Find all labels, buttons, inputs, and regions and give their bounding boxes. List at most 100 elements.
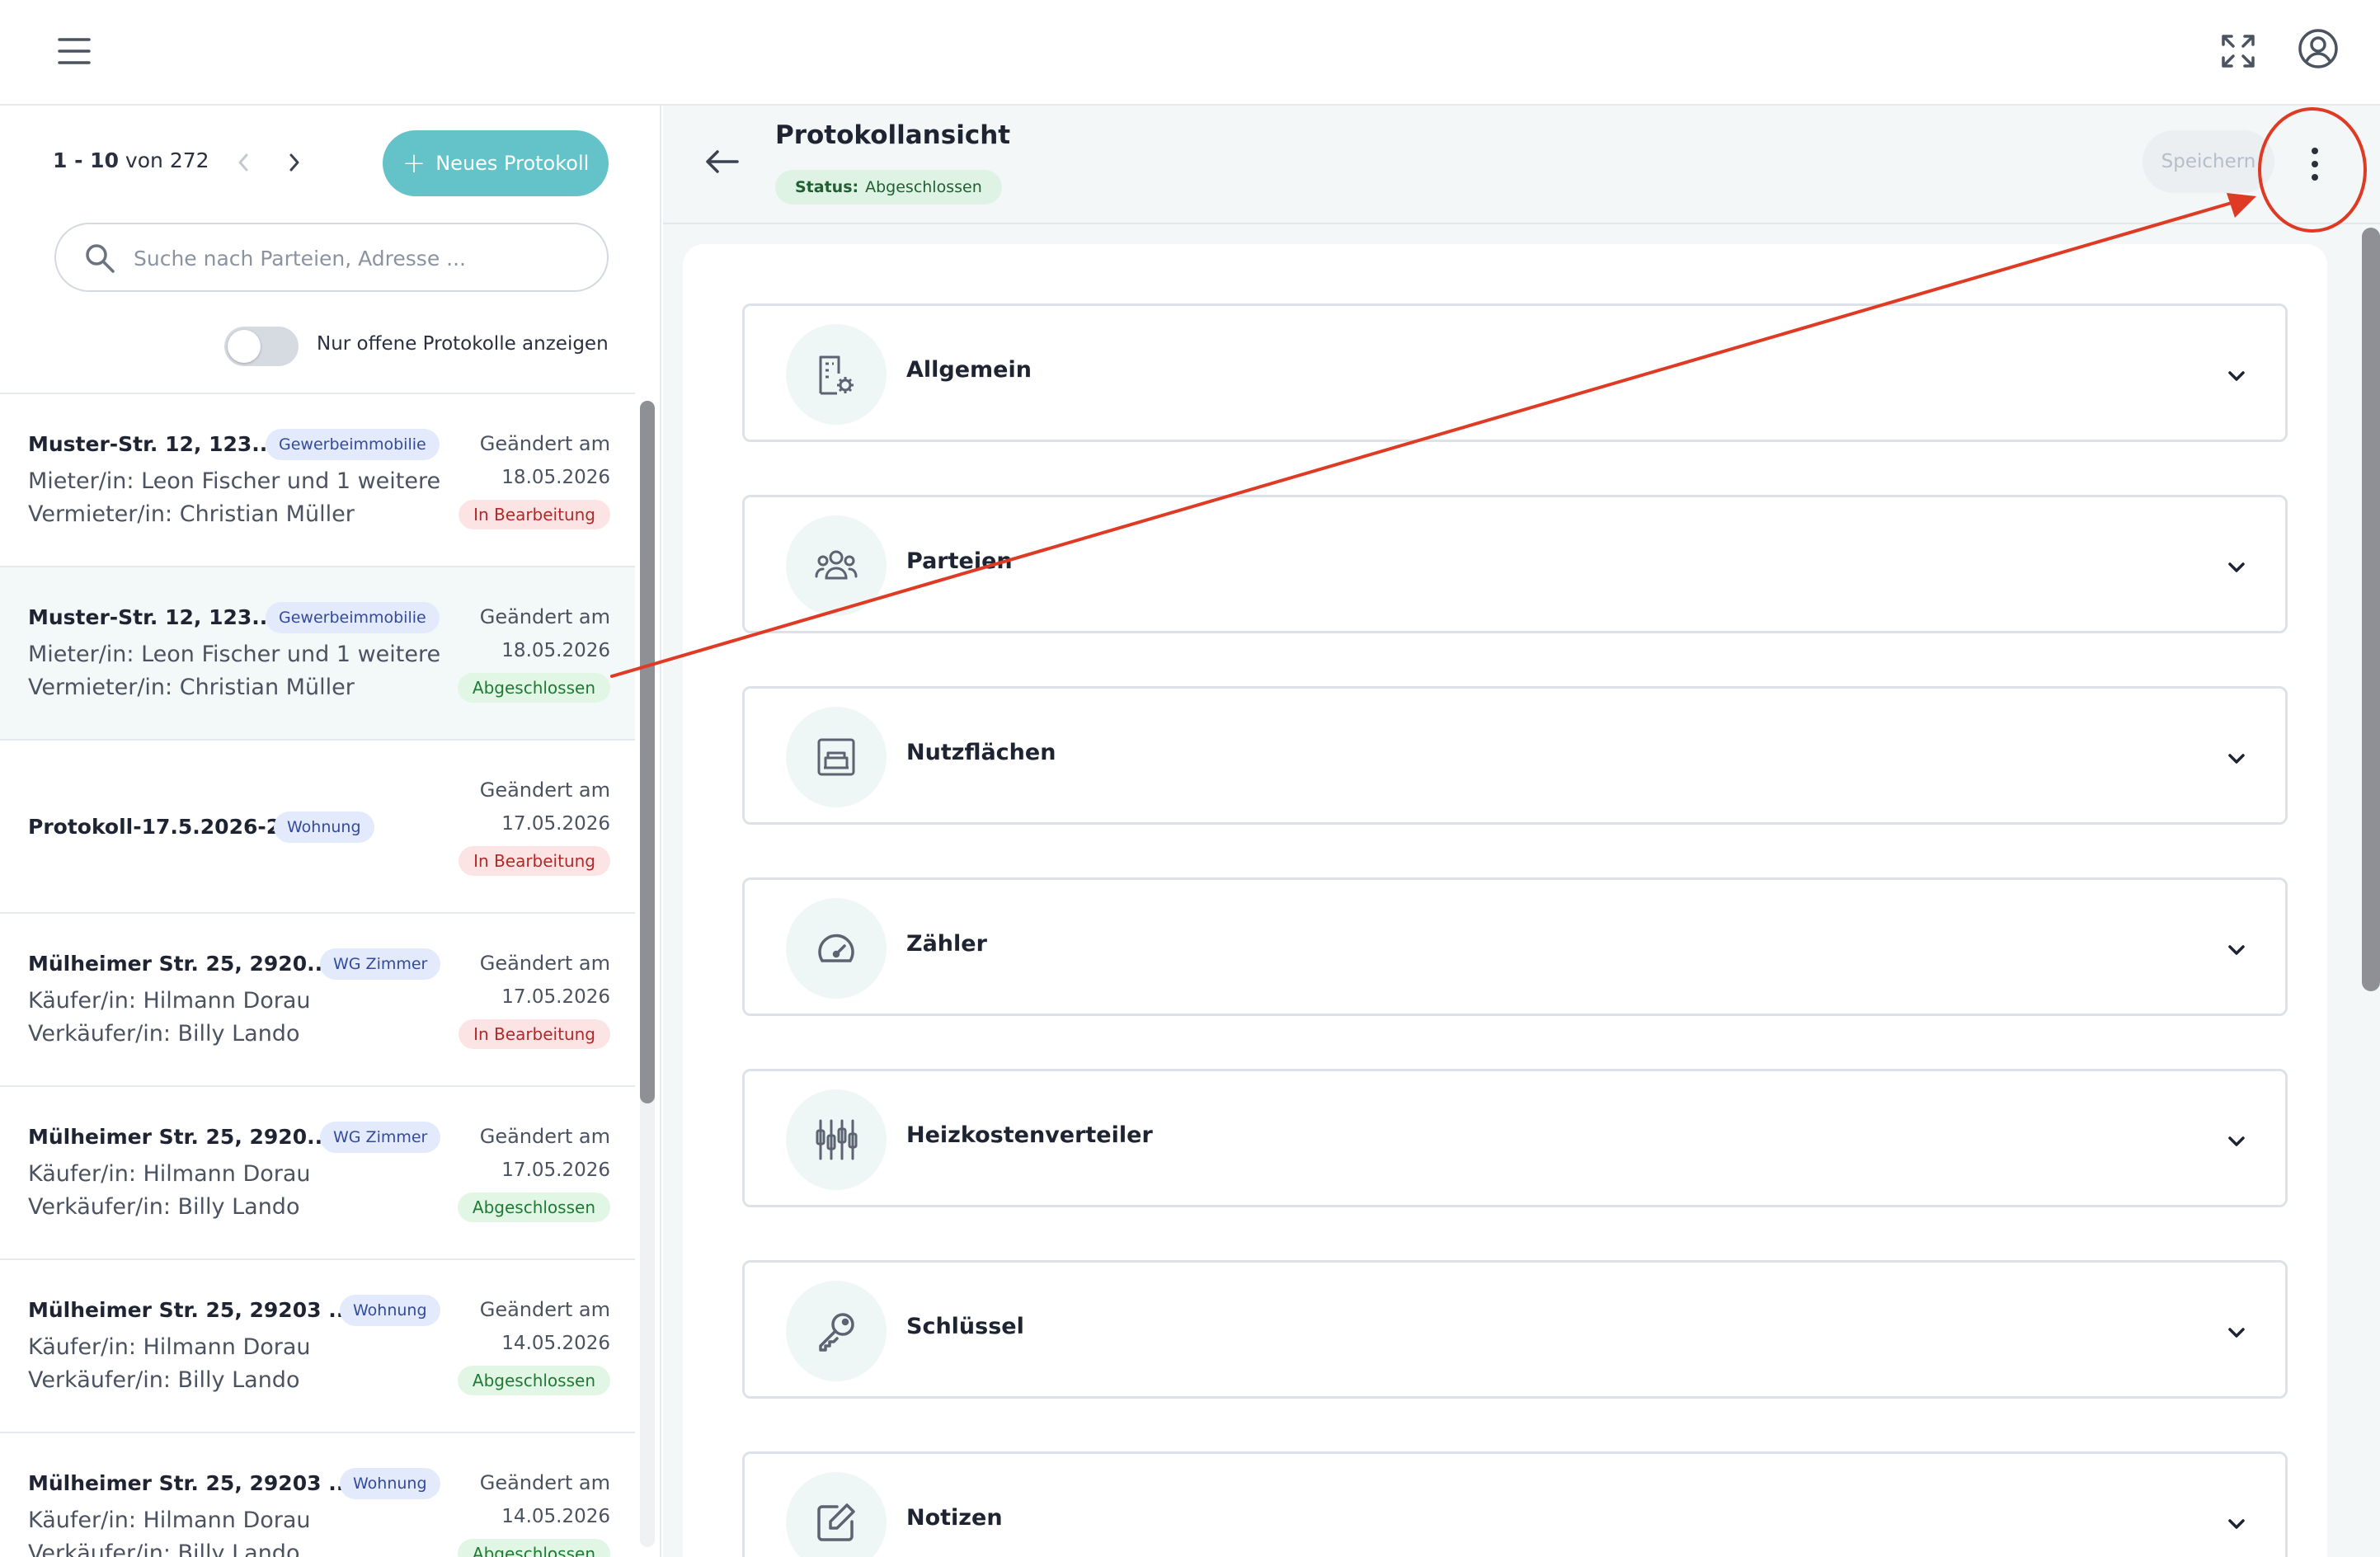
changed-date: 14.05.2026 [501,1506,610,1527]
status-badge: In Bearbeitung [459,500,610,529]
new-protocol-button[interactable]: + Neues Protokoll [383,130,609,196]
changed-label: Geändert am [479,952,610,975]
item-title: Mülheimer Str. 25, 29203 ... [28,1298,352,1322]
section-label: Schlüssel [906,1314,1024,1339]
section-nutzflaechen[interactable]: Nutzflächen [742,686,2288,825]
section-label: Zähler [906,931,987,957]
status-badge: Abgeschlossen [457,1366,610,1395]
chevron-right-icon[interactable] [284,150,305,175]
chevron-down-icon[interactable] [2224,555,2249,580]
list-item[interactable]: Muster-Str. 12, 123... Gewerbeimmobilie … [0,394,635,567]
section-notizen[interactable]: Notizen [742,1451,2288,1557]
changed-date: 17.05.2026 [501,1160,610,1181]
list-item[interactable]: Mülheimer Str. 25, 29203 ... Wohnung Käu… [0,1433,635,1557]
main-scrollbar[interactable] [2362,228,2380,991]
status-badge: Status: Abgeschlossen [775,170,1002,205]
property-type-tag: Gewerbeimmobilie [266,429,440,460]
search-input[interactable] [134,236,587,280]
item-title: Mülheimer Str. 25, 2920... [28,1125,331,1149]
property-type-tag: Wohnung [340,1468,440,1499]
section-allgemein[interactable]: Allgemein [742,303,2288,442]
item-title: Muster-Str. 12, 123... [28,605,275,629]
chevron-down-icon[interactable] [2224,1129,2249,1154]
search-box[interactable] [54,223,609,292]
property-type-tag: Wohnung [274,811,374,843]
list-item[interactable]: Muster-Str. 12, 123... Gewerbeimmobilie … [0,567,635,741]
save-button[interactable]: Speichern [2142,130,2274,193]
item-party-line-2: Vermieter/in: Christian Müller [28,501,355,527]
gauge-icon [818,934,854,962]
item-party-line-1: Käufer/in: Hilmann Dorau [28,1334,311,1360]
section-icon-wrap [786,1089,887,1190]
changed-date: 17.05.2026 [501,986,610,1008]
building-settings-icon [819,355,854,395]
protocol-list: Muster-Str. 12, 123... Gewerbeimmobilie … [0,393,635,1557]
top-bar [0,0,2380,106]
chevron-left-icon[interactable] [233,150,254,175]
chevron-down-icon[interactable] [2224,364,2249,388]
property-type-tag: Gewerbeimmobilie [266,602,440,633]
pagination-info: 1 - 10 von 272 [53,148,209,172]
hamburger-menu-icon[interactable] [56,33,92,69]
status-badge: Abgeschlossen [457,673,610,703]
heating-icon [816,1119,858,1160]
changed-label: Geändert am [479,778,610,802]
changed-label: Geändert am [479,432,610,455]
chevron-down-icon[interactable] [2224,1512,2249,1536]
edit-note-icon [817,1503,855,1541]
section-heizkostenverteiler[interactable]: Heizkostenverteiler [742,1069,2288,1207]
item-party-line-2: Verkäufer/in: Billy Lando [28,1194,300,1220]
item-title: Muster-Str. 12, 123... [28,432,275,456]
arrow-left-icon[interactable] [703,145,741,178]
item-title: Mülheimer Str. 25, 2920... [28,952,331,976]
user-profile-icon[interactable] [2298,28,2339,69]
item-party-line-1: Käufer/in: Hilmann Dorau [28,1508,311,1533]
changed-label: Geändert am [479,1298,610,1321]
section-icon-wrap [786,515,887,616]
plus-icon: + [402,147,426,180]
status-badge: In Bearbeitung [459,846,610,876]
status-badge: Abgeschlossen [457,1192,610,1222]
pagination-range: 1 - 10 [53,148,119,172]
list-item[interactable]: Protokoll-17.5.2026-2 Wohnung Geändert a… [0,741,635,914]
property-type-tag: WG Zimmer [320,948,441,980]
annotation-circle [2258,107,2367,233]
item-party-line-1: Mieter/in: Leon Fischer und 1 weitere [28,642,441,667]
toggle-knob [228,330,261,363]
room-icon [817,738,855,776]
list-item[interactable]: Mülheimer Str. 25, 2920... WG Zimmer Käu… [0,1087,635,1260]
chevron-down-icon[interactable] [2224,938,2249,962]
item-party-line-2: Verkäufer/in: Billy Lando [28,1021,300,1047]
open-only-toggle-label: Nur offene Protokolle anzeigen [317,333,609,355]
sidebar-scrollbar[interactable] [640,401,655,1103]
section-schluessel[interactable]: Schlüssel [742,1260,2288,1399]
section-icon-wrap [786,1281,887,1381]
open-only-toggle[interactable] [224,327,299,366]
item-title: Mülheimer Str. 25, 29203 ... [28,1471,352,1495]
changed-label: Geändert am [479,605,610,628]
changed-label: Geändert am [479,1471,610,1494]
item-party-line-1: Käufer/in: Hilmann Dorau [28,988,311,1014]
search-icon [86,244,115,273]
property-type-tag: Wohnung [340,1295,440,1326]
section-label: Nutzflächen [906,740,1056,765]
fullscreen-icon[interactable] [2220,33,2256,69]
section-parteien[interactable]: Parteien [742,495,2288,633]
changed-date: 18.05.2026 [501,467,610,488]
section-zaehler[interactable]: Zähler [742,877,2288,1016]
chevron-down-icon[interactable] [2224,746,2249,771]
item-party-line-2: Verkäufer/in: Billy Lando [28,1541,300,1557]
changed-label: Geändert am [479,1125,610,1148]
list-item[interactable]: Mülheimer Str. 25, 29203 ... Wohnung Käu… [0,1260,635,1433]
chevron-down-icon[interactable] [2224,1320,2249,1345]
item-title: Protokoll-17.5.2026-2 [28,815,281,839]
item-party-line-1: Käufer/in: Hilmann Dorau [28,1161,311,1187]
status-key: Status: [795,178,859,196]
section-label: Heizkostenverteiler [906,1122,1153,1148]
section-icon-wrap [786,324,887,425]
section-label: Allgemein [906,357,1032,383]
property-type-tag: WG Zimmer [320,1122,441,1153]
list-item[interactable]: Mülheimer Str. 25, 2920... WG Zimmer Käu… [0,914,635,1087]
status-value: Abgeschlossen [865,178,982,196]
page-title: Protokollansicht [775,120,1011,150]
